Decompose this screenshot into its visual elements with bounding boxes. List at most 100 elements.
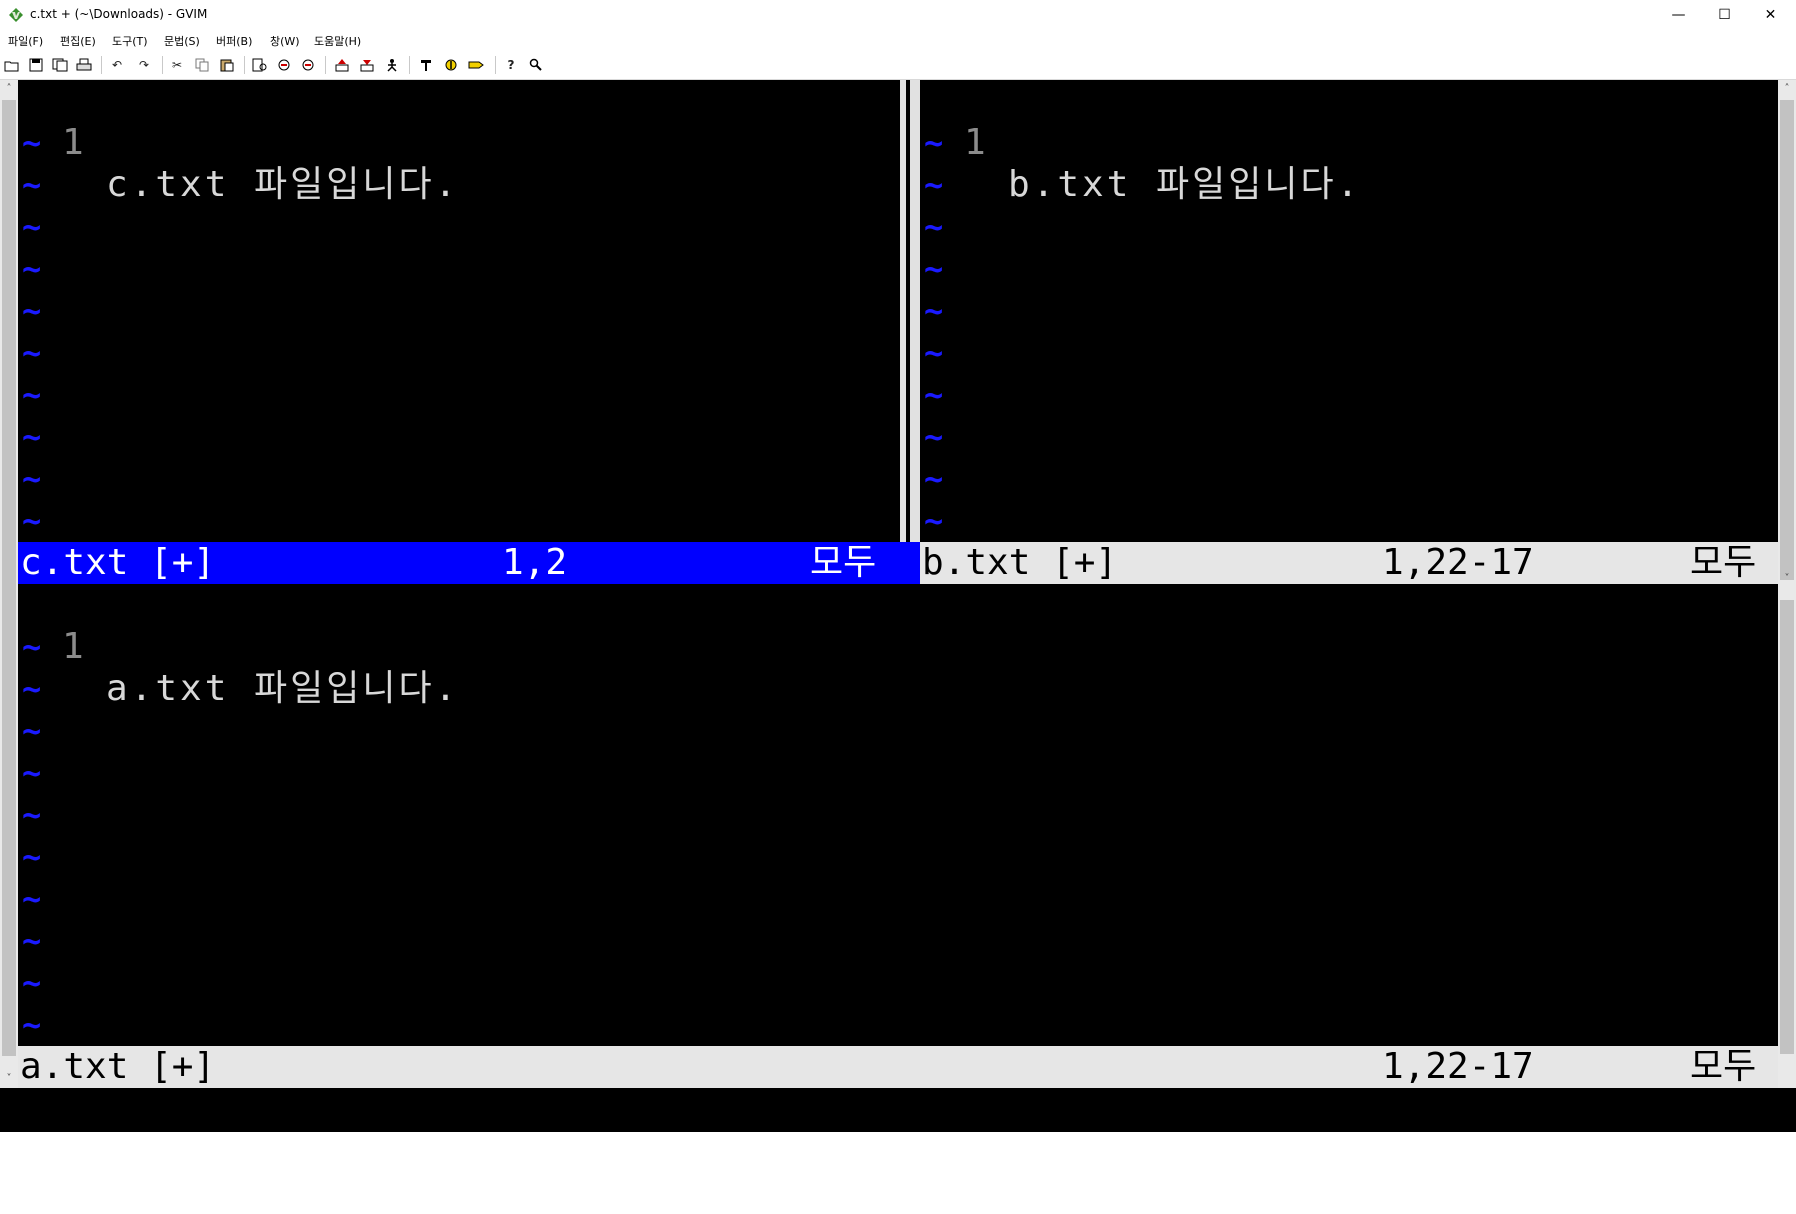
toolbar-separator (162, 56, 163, 74)
tilde-marker: ~ (924, 250, 944, 288)
close-button[interactable]: ✕ (1748, 0, 1793, 30)
tilde-marker: ~ (22, 376, 42, 414)
toolbar-separator (325, 56, 326, 74)
scroll-up-arrow-icon[interactable]: ˄ (0, 80, 18, 98)
toolbar-separator (244, 56, 245, 74)
editor-pane-c[interactable]: 1 c.txt 파일입니다. ~ ~ ~ ~ ~ ~ ~ ~ ~ ~ (18, 80, 900, 542)
tilde-marker: ~ (924, 502, 944, 540)
find-next-icon[interactable] (275, 56, 293, 74)
tilde-marker: ~ (22, 628, 42, 666)
copy-icon[interactable] (193, 56, 211, 74)
separator-bar (906, 80, 910, 542)
line-number: 1 (62, 122, 84, 163)
help-icon[interactable]: ? (502, 56, 520, 74)
tilde-marker: ~ (22, 880, 42, 918)
tilde-marker: ~ (22, 922, 42, 960)
print-icon[interactable] (75, 56, 93, 74)
make-icon[interactable] (417, 56, 435, 74)
title-bar: c.txt + (~\Downloads) - GVIM — ☐ ✕ (0, 0, 1796, 31)
tilde-marker: ~ (924, 460, 944, 498)
tilde-marker: ~ (22, 460, 42, 498)
scroll-thumb[interactable] (1780, 100, 1794, 580)
editor-line: 1 a.txt 파일입니다. (18, 584, 1778, 709)
tilde-marker: ~ (924, 376, 944, 414)
line-number: 1 (964, 122, 986, 163)
minimize-button[interactable]: — (1656, 0, 1701, 30)
toolbar-separator (409, 56, 410, 74)
tilde-marker: ~ (22, 796, 42, 834)
save-icon[interactable] (27, 56, 45, 74)
editor-line: 1 c.txt 파일입니다. (18, 80, 900, 205)
right-scrollbar[interactable]: ˄ ˅ (1778, 80, 1796, 1088)
tilde-marker: ~ (22, 964, 42, 1002)
tilde-marker: ~ (22, 166, 42, 204)
find-prev-icon[interactable] (299, 56, 317, 74)
toolbar-separator (495, 56, 496, 74)
status-scroll-scope: 모두 (1690, 1046, 1757, 1087)
line-text: a.txt 파일입니다. (106, 668, 460, 709)
status-scroll-scope: 모두 (810, 542, 877, 583)
status-filename: b.txt [+] (922, 542, 1118, 583)
find-icon[interactable] (251, 56, 269, 74)
toolbar: ↶ ↷ ✂ ? (0, 52, 1796, 80)
save-all-icon[interactable] (51, 56, 69, 74)
editor-pane-b[interactable]: 1 b.txt 파일입니다. ~ ~ ~ ~ ~ ~ ~ ~ ~ ~ (920, 80, 1778, 542)
scroll-thumb[interactable] (2, 100, 16, 1056)
tilde-marker: ~ (924, 334, 944, 372)
left-scrollbar[interactable]: ˄ ˅ (0, 80, 18, 1088)
tilde-marker: ~ (22, 124, 42, 162)
line-text: c.txt 파일입니다. (106, 164, 460, 205)
window-vertical-separator[interactable] (900, 80, 920, 542)
menu-edit[interactable]: 편집(E) (60, 33, 96, 49)
menu-file[interactable]: 파일(F) (8, 33, 43, 49)
run-script-icon[interactable] (383, 56, 401, 74)
line-number: 1 (62, 626, 84, 667)
tilde-marker: ~ (924, 208, 944, 246)
menu-buffers[interactable]: 버퍼(B) (216, 33, 252, 49)
status-cursor-position: 1,22-17 (1382, 542, 1534, 583)
status-line-a: a.txt [+] 1,22-17 모두 (18, 1046, 1778, 1088)
open-icon[interactable] (3, 56, 21, 74)
toolbar-separator (101, 56, 102, 74)
undo-icon[interactable]: ↶ (108, 56, 126, 74)
status-scroll-scope: 모두 (1690, 542, 1757, 583)
scroll-down-arrow-icon[interactable]: ˅ (1778, 570, 1796, 588)
tilde-marker: ~ (22, 418, 42, 456)
line-text: b.txt 파일입니다. (1008, 164, 1362, 205)
status-line-c: c.txt [+] 1,2 모두 (18, 542, 920, 584)
status-cursor-position: 1,2 (502, 542, 568, 583)
tilde-marker: ~ (22, 712, 42, 750)
save-session-icon[interactable] (358, 56, 376, 74)
status-line-b: b.txt [+] 1,22-17 모두 (920, 542, 1778, 584)
menu-syntax[interactable]: 문법(S) (164, 33, 200, 49)
run-ctags-icon[interactable] (442, 56, 460, 74)
menu-help[interactable]: 도움말(H) (314, 33, 361, 49)
status-filename: c.txt [+] (20, 542, 216, 583)
status-filename: a.txt [+] (20, 1046, 216, 1087)
tilde-marker: ~ (22, 754, 42, 792)
paste-icon[interactable] (218, 56, 236, 74)
command-line[interactable] (0, 1088, 1796, 1132)
tilde-marker: ~ (22, 208, 42, 246)
cut-icon[interactable]: ✂ (168, 56, 186, 74)
menu-tools[interactable]: 도구(T) (112, 33, 148, 49)
editor-pane-a[interactable]: 1 a.txt 파일입니다. ~ ~ ~ ~ ~ ~ ~ ~ ~ ~ (18, 584, 1778, 1046)
tilde-marker: ~ (924, 124, 944, 162)
scroll-thumb-lower[interactable] (1780, 600, 1794, 1054)
menu-window[interactable]: 창(W) (270, 33, 300, 49)
tilde-marker: ~ (22, 670, 42, 708)
maximize-button[interactable]: ☐ (1702, 0, 1747, 30)
scroll-up-arrow-icon[interactable]: ˄ (1778, 80, 1796, 98)
scroll-down-arrow-icon[interactable]: ˅ (0, 1070, 18, 1088)
tilde-marker: ~ (22, 334, 42, 372)
tilde-marker: ~ (22, 502, 42, 540)
tilde-marker: ~ (22, 1006, 42, 1044)
jump-tag-icon[interactable] (467, 56, 485, 74)
editor-line: 1 b.txt 파일입니다. (920, 80, 1778, 205)
window-title: c.txt + (~\Downloads) - GVIM (30, 7, 208, 21)
tilde-marker: ~ (924, 166, 944, 204)
load-session-icon[interactable] (333, 56, 351, 74)
find-help-icon[interactable] (527, 56, 545, 74)
redo-icon[interactable]: ↷ (135, 56, 153, 74)
tilde-marker: ~ (22, 838, 42, 876)
